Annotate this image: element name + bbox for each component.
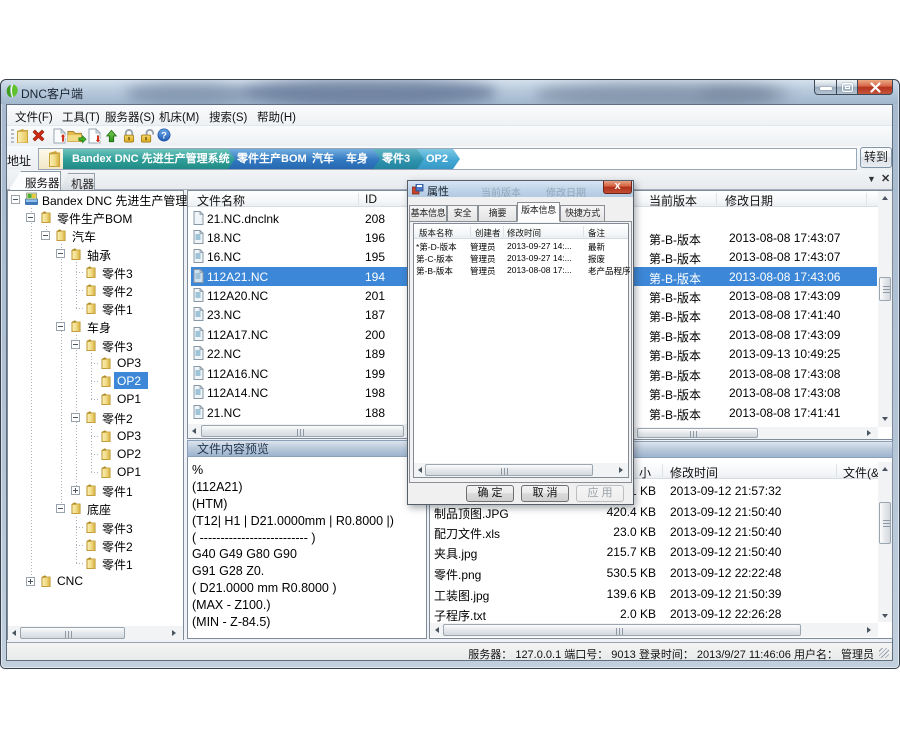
svg-text:?: ? <box>161 130 167 140</box>
